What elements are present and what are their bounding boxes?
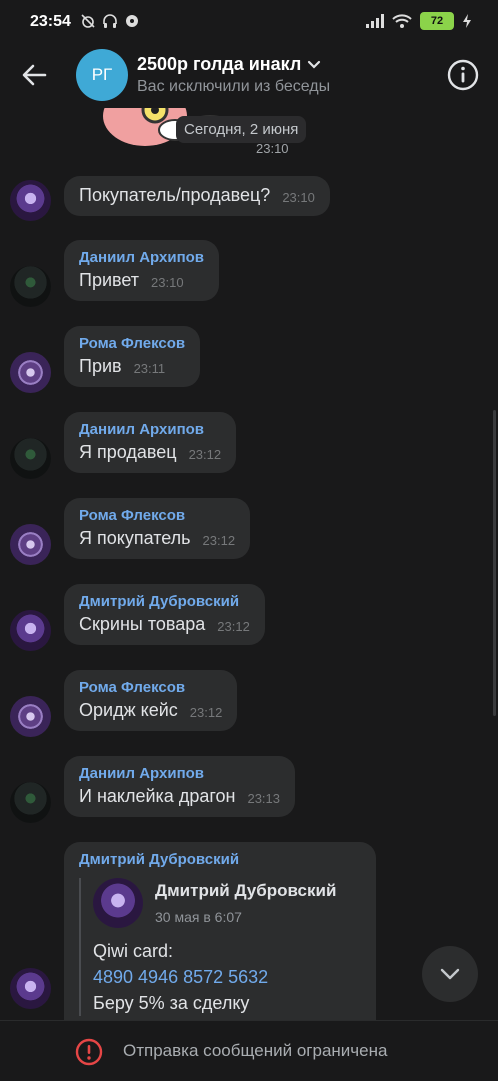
message-time: 23:12 (188, 447, 222, 462)
message-author[interactable]: Рома Флексов (79, 507, 235, 524)
sticker-time: 23:10 (256, 141, 289, 156)
forwarded-author[interactable]: Дмитрий Дубровский (155, 881, 336, 901)
status-time: 23:54 (30, 13, 71, 30)
forwarded-line: Беру 5% за сделку (93, 993, 250, 1013)
headphones-icon (103, 14, 117, 28)
date-separator: Сегодня, 2 июня (176, 116, 307, 143)
status-system-icons: 72 (366, 12, 472, 30)
message-text: Прив (79, 356, 122, 376)
wifi-icon (392, 14, 412, 28)
message-bubble[interactable]: Даниил Архипов Привет 23:10 (64, 240, 220, 301)
message-bubble[interactable]: Покупатель/продавец? 23:10 (64, 176, 330, 216)
status-bar: 23:54 72 (0, 0, 498, 44)
back-button[interactable] (20, 61, 48, 94)
message-author[interactable]: Дмитрий Дубровский (79, 593, 250, 610)
forwarded-text: Qiwi card: 4890 4946 8572 5632 Беру 5% з… (93, 938, 361, 1016)
status-notification-icons (80, 13, 140, 29)
message-text: Я продавец (79, 442, 177, 462)
message-bubble[interactable]: Дмитрий Дубровский Дмитрий Дубровский 30… (64, 842, 376, 1020)
message-time: 23:10 (151, 275, 184, 290)
card-number-link[interactable]: 4890 4946 8572 5632 (93, 964, 361, 990)
avatar[interactable] (10, 610, 51, 651)
message-author[interactable]: Рома Флексов (79, 335, 185, 352)
forwarded-line: Qiwi card: (93, 941, 174, 961)
avatar[interactable] (10, 968, 51, 1009)
message-author[interactable]: Рома Флексов (79, 679, 222, 696)
message-bubble[interactable]: Даниил Архипов Я продавец 23:12 (64, 412, 237, 473)
forwarded-avatar[interactable] (93, 878, 143, 928)
battery-indicator: 72 (420, 12, 454, 30)
message-time: 23:13 (247, 791, 281, 806)
info-button[interactable] (446, 58, 480, 97)
message-text: Привет (79, 270, 140, 290)
message-time: 23:11 (133, 361, 166, 376)
avatar[interactable] (10, 696, 51, 737)
restriction-notice: Отправка сообщений ограничена (123, 1041, 388, 1060)
input-restricted-bar: Отправка сообщений ограничена (0, 1020, 498, 1081)
info-icon (447, 59, 479, 91)
chat-title-button[interactable]: 2500р голда инакл (137, 54, 321, 75)
message-bubble[interactable]: Рома Флексов Оридж кейс 23:12 (64, 670, 238, 731)
message-bubble[interactable]: Дмитрий Дубровский Скрины товара 23:12 (64, 584, 265, 645)
forwarded-date: 30 мая в 6:07 (155, 909, 242, 925)
avatar[interactable] (10, 438, 51, 479)
signal-icon (366, 14, 384, 28)
chevron-down-icon (440, 968, 460, 980)
message-text: Скрины товара (79, 614, 206, 634)
avatar[interactable] (10, 266, 51, 307)
message-bubble[interactable]: Рома Флексов Прив 23:11 (64, 326, 201, 387)
chat-title: 2500р голда инакл (137, 54, 302, 74)
message-text: Я покупатель (79, 528, 191, 548)
alarm-off-icon (81, 14, 95, 28)
chat-bubble-icon (126, 15, 138, 27)
scroll-down-button[interactable] (422, 946, 478, 1002)
chat-subtitle: Вас исключили из беседы (137, 78, 331, 95)
chat-avatar[interactable]: РГ (76, 49, 128, 101)
message-time: 23:12 (217, 619, 250, 634)
avatar[interactable] (10, 782, 51, 823)
message-time: 23:12 (202, 533, 236, 548)
avatar[interactable] (10, 180, 51, 221)
message-author[interactable]: Даниил Архипов (79, 249, 204, 266)
chat-header: РГ 2500р голда инакл Вас исключили из бе… (0, 44, 498, 108)
scrollbar-thumb[interactable] (493, 410, 496, 716)
chevron-down-icon (308, 60, 321, 69)
message-bubble[interactable]: Рома Флексов Я покупатель 23:12 (64, 498, 251, 559)
message-text: Оридж кейс (79, 700, 178, 720)
message-text: Покупатель/продавец? (79, 185, 271, 205)
message-bubble[interactable]: Даниил Архипов И наклейка драгон 23:13 (64, 756, 296, 817)
message-time: 23:12 (189, 705, 223, 720)
message-author[interactable]: Даниил Архипов (79, 421, 221, 438)
forwarded-message[interactable]: Дмитрий Дубровский 30 мая в 6:07 Qiwi ca… (79, 878, 361, 1016)
avatar[interactable] (10, 524, 51, 565)
avatar[interactable] (10, 352, 51, 393)
warning-icon (75, 1038, 103, 1066)
message-text: И наклейка драгон (79, 786, 236, 806)
charging-bolt-icon (463, 14, 471, 28)
message-author[interactable]: Дмитрий Дубровский (79, 851, 361, 868)
arrow-left-icon (22, 64, 47, 86)
message-time: 23:10 (282, 190, 315, 205)
message-feed[interactable]: Сегодня, 2 июня 23:10 Покупатель/продаве… (0, 108, 498, 1020)
message-author[interactable]: Даниил Архипов (79, 765, 280, 782)
